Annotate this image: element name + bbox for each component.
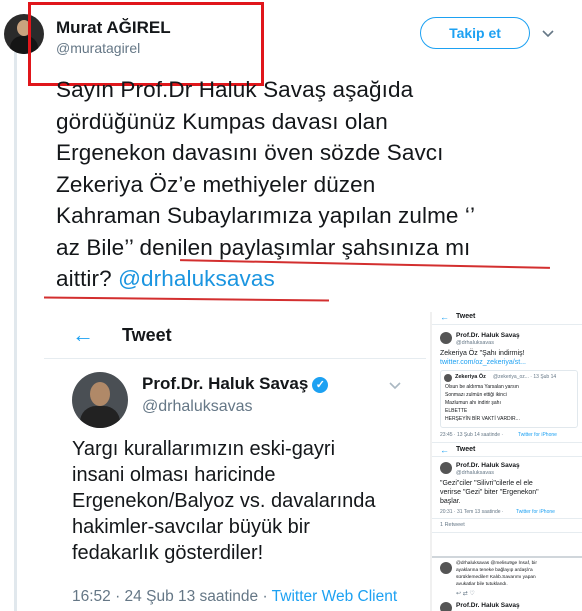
- tweet-line: Zekeriya Öz’e methiyeler düzen: [56, 171, 376, 197]
- divider: [432, 442, 582, 443]
- divider: [432, 518, 582, 519]
- chevron-down-icon: [389, 382, 401, 390]
- thread-line: [14, 40, 17, 611]
- quote-handle: @zekeriya_oz... · 13 Şub 14: [493, 374, 557, 380]
- mini-avatar: [440, 462, 452, 474]
- mini-avatar: [440, 332, 452, 344]
- tweet-line: aittir? @drhaluksavas: [56, 263, 570, 295]
- embedded-screenshot-right[interactable]: ← Tweet Prof.Dr. Haluk Savaş @drhaluksav…: [430, 312, 582, 611]
- mini-reply: ayaklarına teneke bağlayıp ardaşlı'a: [456, 568, 533, 573]
- embedded-meta: 16:52 · 24 Şub 13 saatinde · Twitter Web…: [72, 588, 397, 606]
- mini-reply: @drhaluksavas @melisu9ge İnsaf, bir: [456, 561, 537, 566]
- verified-icon: ✓: [312, 377, 329, 393]
- divider: [432, 532, 582, 533]
- quote-line: ELBETTE: [445, 408, 468, 414]
- embedded-header-title: Tweet: [122, 325, 172, 345]
- divider: [432, 556, 582, 558]
- tweet-line: Ergenekon davasını öven sözde Savcı: [56, 140, 444, 165]
- mini-text: "Gezi"ciler "Silivri"cilerle el ele: [440, 480, 533, 487]
- embedded-handle: @drhaluksavas: [142, 398, 253, 415]
- mini-name: Prof.Dr. Haluk Savaş: [456, 462, 520, 469]
- embedded-time: 16:52 · 24 Şub 13 saatinde ·: [72, 588, 268, 605]
- arrow-left-icon: ←: [440, 445, 449, 455]
- mini-handle: @drhaluksavas: [456, 470, 494, 476]
- tweet-line: gördüğünüz Kumpas davası olan: [56, 108, 388, 134]
- arrow-left-icon: ←: [440, 312, 449, 322]
- mini-handle: @drhaluksavas: [456, 340, 494, 346]
- mini-name: Prof.Dr. Haluk Savaş: [456, 602, 520, 609]
- reply-icon: ↩ ⇄ ♡: [456, 591, 475, 597]
- embedded-line: fedakarlık gösterdiler!: [72, 542, 264, 564]
- mini-text: verirse "Gezi" biter "Ergenekon": [440, 489, 539, 496]
- quoted-tweet: Zekeriya Öz @zekeriya_oz... · 13 Şub 14 …: [440, 370, 578, 428]
- mini-meta: 23:45 · 13 Şub 14 saatinde ·: [440, 432, 504, 438]
- mini-reply: sürüklemediler! Kalıb.Savarımı yapan: [456, 575, 536, 580]
- mini-client: Twitter for iPhone: [518, 432, 557, 438]
- embedded-avatar: [72, 372, 128, 428]
- mini-avatar: [444, 374, 452, 382]
- tweet-line-end: aittir?: [56, 266, 112, 291]
- embedded-line: Ergenekon/Balyoz vs. davalarında: [72, 490, 376, 512]
- embedded-tweet-body: Yargı kurallarımızın eski-gayri insani o…: [72, 436, 422, 566]
- follow-button[interactable]: Takip et: [420, 17, 530, 49]
- quote-name: Zekeriya Öz: [455, 374, 486, 380]
- quote-line: Mazlumun ahı indirir şahı: [445, 400, 501, 406]
- retweet-count: 1 Retweet: [440, 522, 465, 528]
- divider: [432, 456, 582, 457]
- embedded-screenshot-left[interactable]: ← Tweet Prof.Dr. Haluk Savaş ✓ @drhaluksa…: [44, 312, 426, 611]
- quote-line: Olsun be aldırma Yarsalan yarsın: [445, 384, 519, 390]
- mini-meta: 20:31 · 31 Tem 13 saatinde ·: [440, 509, 504, 515]
- mini-name: Prof.Dr. Haluk Savaş: [456, 332, 520, 339]
- embedded-line: hakimler-savcılar büyük bir: [72, 516, 310, 538]
- tweet-line: az Bile’’ denilen paylaşımlar şahsınıza …: [56, 234, 471, 260]
- quote-line: HERŞEYİN BİR VAKTİ VARDIR...: [445, 416, 520, 422]
- embedded-line: Yargı kurallarımızın eski-gayri: [72, 438, 336, 460]
- embedded-line: insani olması haricinde: [72, 464, 276, 486]
- red-underline: [43, 296, 330, 301]
- mini-text: Zekeriya Öz "Şahı indirmiş!: [440, 350, 525, 357]
- mention-link[interactable]: @drhaluksavas: [118, 266, 275, 291]
- mini-client: Twitter for iPhone: [516, 509, 555, 515]
- mini-reply: avukatlar bile tutuklandı.: [456, 582, 508, 587]
- mini-avatar: [440, 602, 452, 611]
- embedded-name: Prof.Dr. Haluk Savaş ✓: [142, 374, 329, 394]
- embedded-client: Twitter Web Client: [271, 588, 398, 605]
- quote-line: Sonmazı zulmün ettiği ikinci: [445, 392, 507, 398]
- chevron-down-icon[interactable]: [541, 26, 555, 40]
- divider: [432, 324, 582, 325]
- tweet-line: Sayın Prof.Dr Haluk Savaş aşağıda: [56, 77, 414, 102]
- mini-header-title: Tweet: [456, 313, 476, 320]
- embedded-name-text: Prof.Dr. Haluk Savaş: [142, 374, 309, 393]
- mini-avatar: [440, 562, 452, 574]
- arrow-left-icon: ←: [72, 322, 94, 347]
- tweet-line: Kahraman Subaylarımıza yapılan zulme ‘’: [56, 203, 476, 228]
- mini-text: başlar.: [440, 498, 461, 505]
- mini-header-title: Tweet: [456, 446, 476, 453]
- mini-link: twitter.com/oz_zekeriya/st...: [440, 359, 526, 366]
- embedded-header: ← Tweet: [44, 312, 426, 359]
